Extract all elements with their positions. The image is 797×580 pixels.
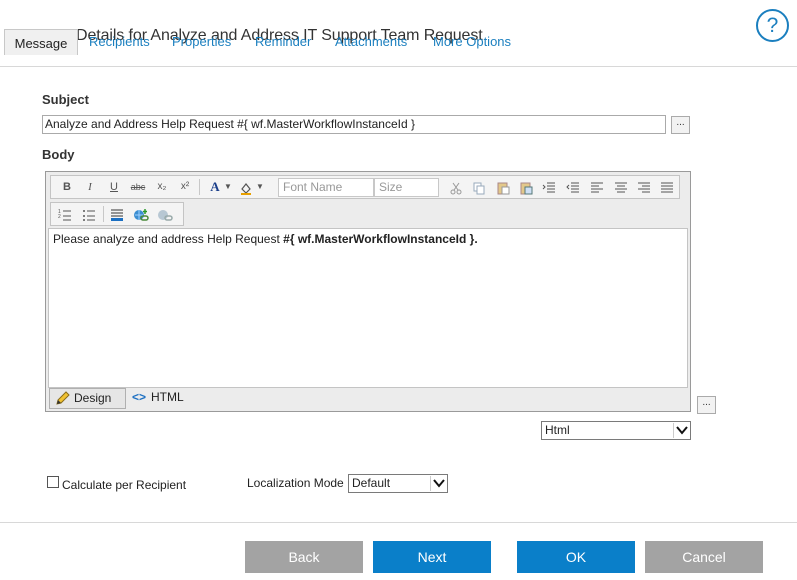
subject-input[interactable]: Analyze and Address Help Request #{ wf.M… [42, 115, 666, 134]
design-mode-label: Design [74, 391, 112, 405]
paste-icon[interactable] [493, 178, 513, 196]
bullet-list-icon[interactable] [79, 205, 99, 223]
align-center-icon[interactable] [611, 178, 631, 196]
html-mode-label: HTML [151, 390, 184, 404]
remove-link-icon[interactable] [155, 205, 175, 223]
paste-special-icon[interactable] [516, 178, 536, 196]
highlight-color-icon[interactable] [237, 178, 255, 196]
body-format-select[interactable]: Html [541, 421, 691, 440]
italic-button[interactable]: I [80, 178, 100, 196]
tab-reminder[interactable]: Reminder [255, 34, 311, 49]
chevron-down-icon [430, 476, 446, 491]
numbered-list-icon[interactable]: 12 [55, 205, 75, 223]
localization-mode-select[interactable]: Default [348, 474, 448, 493]
body-content-area[interactable]: Please analyze and address Help Request … [48, 228, 688, 388]
outdent-icon[interactable] [563, 178, 583, 196]
design-mode-tab[interactable]: Design [49, 388, 126, 409]
svg-text:2: 2 [58, 214, 61, 220]
subscript-button[interactable]: x₂ [152, 178, 172, 196]
bold-button[interactable]: B [57, 178, 77, 196]
toolbar-separator [103, 206, 104, 222]
html-mode-tab[interactable]: <> HTML [132, 388, 184, 409]
help-icon[interactable]: ? [756, 9, 789, 42]
footer-divider [0, 522, 797, 523]
calculate-per-recipient-label: Calculate per Recipient [62, 478, 187, 492]
font-color-dropdown-icon[interactable]: ▼ [223, 178, 233, 196]
body-format-value: Html [545, 423, 570, 437]
strikethrough-button[interactable]: abc [128, 178, 148, 196]
localization-mode-label: Localization Mode [247, 476, 344, 490]
body-browse-button[interactable]: ... [697, 396, 716, 414]
underline-button[interactable]: U [104, 178, 124, 196]
font-size-input[interactable]: Size [374, 178, 439, 197]
calculate-per-recipient-checkbox[interactable] [47, 476, 59, 488]
subject-browse-button[interactable]: ... [671, 116, 690, 134]
editor-toolbar-row-1: B I U abc x₂ x² A ▼ ▼ Font Name Size [50, 175, 680, 199]
ok-button[interactable]: OK [517, 541, 635, 573]
copy-icon[interactable] [469, 178, 489, 196]
body-label: Body [42, 147, 75, 162]
align-left-icon[interactable] [587, 178, 607, 196]
localization-mode-value: Default [352, 476, 391, 490]
tab-more-options[interactable]: More Options [433, 34, 511, 49]
align-right-icon[interactable] [634, 178, 654, 196]
tab-properties[interactable]: Properties [172, 34, 231, 49]
tab-recipients[interactable]: Recipients [89, 34, 150, 49]
next-button[interactable]: Next [373, 541, 491, 573]
highlight-dropdown-icon[interactable]: ▼ [255, 178, 265, 196]
subject-label: Subject [42, 92, 89, 107]
code-icon: <> [132, 390, 147, 404]
insert-link-icon[interactable] [131, 205, 151, 223]
pencil-icon [55, 390, 71, 412]
tab-attachments[interactable]: Attachments [335, 34, 407, 49]
toolbar-separator [199, 179, 200, 195]
body-content-variable: #{ wf.MasterWorkflowInstanceId }. [283, 232, 478, 246]
rich-text-editor: B I U abc x₂ x² A ▼ ▼ Font Name Size 1 2… [45, 171, 691, 412]
chevron-down-icon [673, 423, 689, 438]
paragraph-icon[interactable] [107, 205, 127, 223]
cut-icon[interactable] [446, 178, 466, 196]
superscript-button[interactable]: x² [175, 178, 195, 196]
align-justify-icon[interactable] [657, 178, 677, 196]
font-color-button[interactable]: A [205, 178, 225, 196]
back-button[interactable]: Back [245, 541, 363, 573]
indent-icon[interactable] [539, 178, 559, 196]
tab-message[interactable]: Message [4, 29, 78, 55]
tab-divider [0, 66, 797, 67]
font-name-input[interactable]: Font Name [278, 178, 374, 197]
cancel-button[interactable]: Cancel [645, 541, 763, 573]
editor-toolbar-row-2: 12 [50, 202, 184, 226]
body-content-text: Please analyze and address Help Request [53, 232, 284, 246]
